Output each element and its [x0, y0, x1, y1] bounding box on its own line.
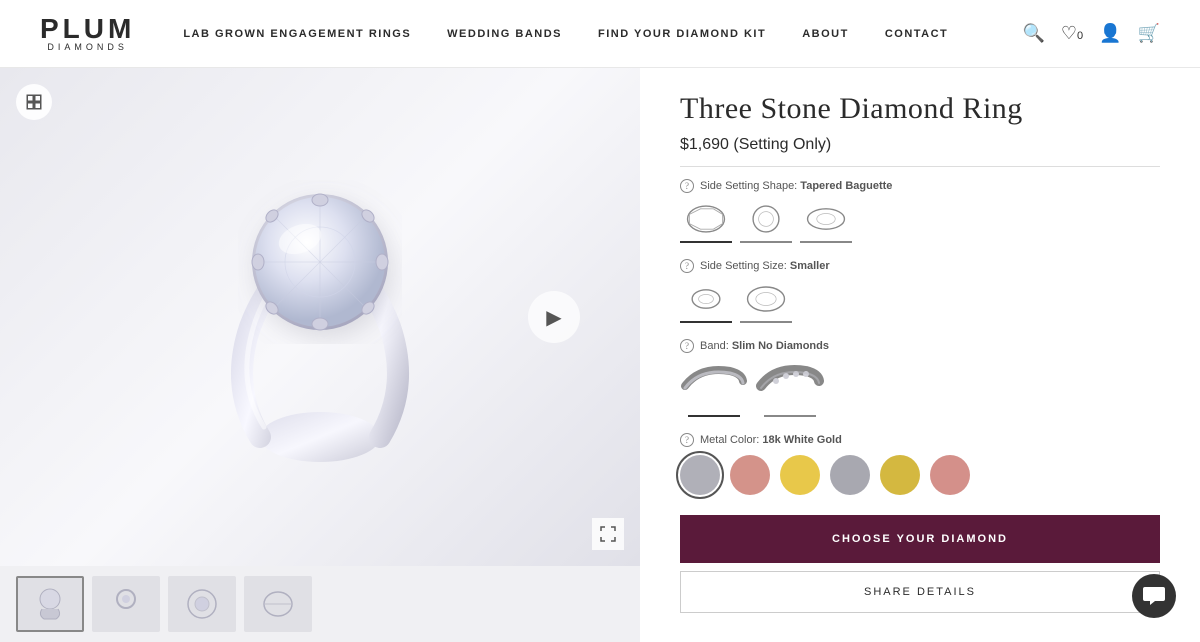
- thumbnail-strip: [0, 566, 640, 642]
- side-setting-size-choices: [680, 281, 1160, 323]
- choice-round[interactable]: [740, 201, 792, 243]
- logo[interactable]: PLUM DIAMONDS: [40, 15, 135, 52]
- swatch-platinum[interactable]: [830, 455, 870, 495]
- product-image-section: ▶: [0, 68, 640, 642]
- nav-lab-grown[interactable]: Lab Grown Engagement Rings: [183, 28, 411, 40]
- swatch-rose-gold-14k[interactable]: [930, 455, 970, 495]
- account-icon[interactable]: 👤: [1099, 23, 1121, 44]
- side-setting-size-option: ? Side Setting Size: Smaller: [680, 259, 1160, 323]
- expand-button[interactable]: [592, 518, 624, 550]
- product-details: Three Stone Diamond Ring $1,690 (Setting…: [640, 68, 1200, 642]
- thumbnail-2[interactable]: [92, 576, 160, 632]
- nav-about[interactable]: About: [802, 28, 849, 40]
- play-button[interactable]: ▶: [528, 291, 580, 343]
- product-image-container: ▶: [0, 68, 640, 566]
- choice-oval[interactable]: [800, 201, 852, 243]
- band-value: Slim No Diamonds: [732, 340, 829, 352]
- choice-underline-slim: [688, 415, 740, 417]
- band-choices: [680, 361, 1160, 417]
- ring-image: [110, 107, 530, 527]
- metal-color-swatches: [680, 455, 1160, 495]
- swatch-rose-gold-18k[interactable]: [730, 455, 770, 495]
- cart-icon[interactable]: 🛒: [1138, 23, 1160, 44]
- product-title: Three Stone Diamond Ring: [680, 92, 1160, 126]
- main-content: ▶: [0, 68, 1200, 642]
- thumbnail-3[interactable]: [168, 576, 236, 632]
- side-setting-size-info-icon[interactable]: ?: [680, 259, 694, 273]
- band-info-icon[interactable]: ?: [680, 339, 694, 353]
- choice-slim-band[interactable]: [680, 361, 748, 417]
- product-price: $1,690 (Setting Only): [680, 136, 1160, 154]
- header-icons: 🔍 ♡0 👤 🛒: [1022, 23, 1160, 44]
- metal-color-info-icon[interactable]: ?: [680, 433, 694, 447]
- thumbnail-1[interactable]: [16, 576, 84, 632]
- wishlist-icon[interactable]: ♡0: [1061, 23, 1083, 44]
- logo-plum: PLUM: [40, 15, 135, 43]
- main-nav: Lab Grown Engagement Rings Wedding Bands…: [183, 28, 1022, 40]
- side-setting-size-label: ? Side Setting Size: Smaller: [680, 259, 1160, 273]
- side-setting-shape-choices: [680, 201, 1160, 243]
- nav-wedding-bands[interactable]: Wedding Bands: [447, 28, 562, 40]
- band-label: ? Band: Slim No Diamonds: [680, 339, 1160, 353]
- side-setting-shape-option: ? Side Setting Shape: Tapered Baguette: [680, 179, 1160, 243]
- metal-color-option: ? Metal Color: 18k White Gold: [680, 433, 1160, 495]
- wishlist-count: 0: [1077, 30, 1083, 42]
- swatch-yellow-gold-18k[interactable]: [780, 455, 820, 495]
- ar-badge[interactable]: [16, 84, 52, 120]
- nav-find-diamond-kit[interactable]: Find Your Diamond Kit: [598, 28, 766, 40]
- side-setting-shape-info-icon[interactable]: ?: [680, 179, 694, 193]
- choice-underline-larger: [740, 321, 792, 323]
- side-setting-shape-label: ? Side Setting Shape: Tapered Baguette: [680, 179, 1160, 193]
- chat-bubble[interactable]: [1132, 574, 1176, 618]
- thumbnail-4[interactable]: [244, 576, 312, 632]
- choice-underline-pave: [764, 415, 816, 417]
- site-header: PLUM DIAMONDS Lab Grown Engagement Rings…: [0, 0, 1200, 68]
- metal-color-value: 18k White Gold: [762, 434, 841, 446]
- choose-diamond-button[interactable]: Choose Your Diamond: [680, 515, 1160, 563]
- cta-section: Choose Your Diamond Share Details: [680, 515, 1160, 613]
- choice-smaller[interactable]: [680, 281, 732, 323]
- search-icon[interactable]: 🔍: [1022, 23, 1044, 44]
- choice-underline-baguette: [680, 241, 732, 243]
- band-option: ? Band: Slim No Diamonds: [680, 339, 1160, 417]
- side-setting-size-value: Smaller: [790, 260, 830, 272]
- metal-color-label: ? Metal Color: 18k White Gold: [680, 433, 1160, 447]
- nav-contact[interactable]: Contact: [885, 28, 948, 40]
- choice-underline-round: [740, 241, 792, 243]
- price-divider: [680, 166, 1160, 167]
- swatch-white-gold-18k[interactable]: [680, 455, 720, 495]
- choice-larger[interactable]: [740, 281, 792, 323]
- choice-underline-smaller: [680, 321, 732, 323]
- swatch-yellow-gold-14k[interactable]: [880, 455, 920, 495]
- choice-tapered-baguette[interactable]: [680, 201, 732, 243]
- logo-diamonds: DIAMONDS: [40, 43, 135, 52]
- share-details-button[interactable]: Share Details: [680, 571, 1160, 613]
- side-setting-shape-value: Tapered Baguette: [800, 180, 892, 192]
- choice-pave-band[interactable]: [756, 361, 824, 417]
- choice-underline-oval: [800, 241, 852, 243]
